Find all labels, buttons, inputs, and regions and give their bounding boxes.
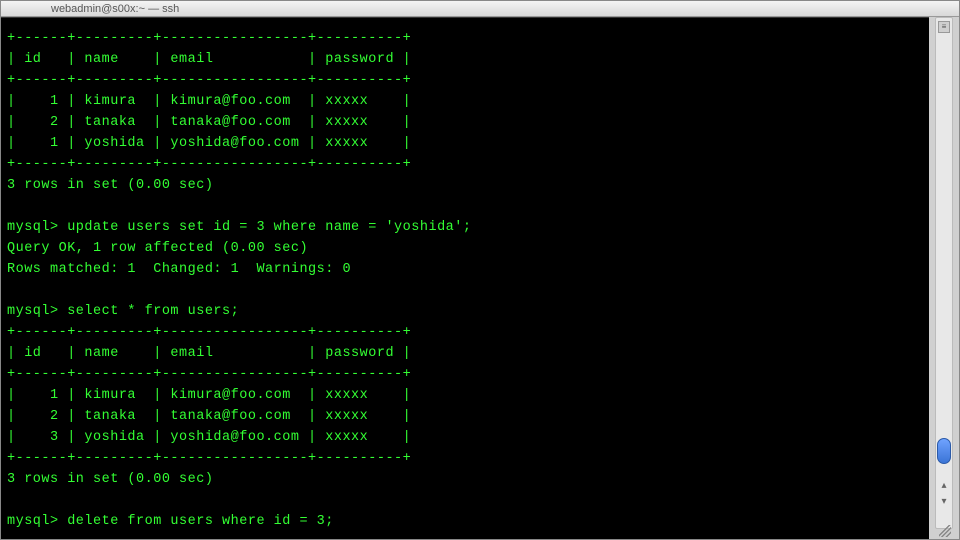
scrollbar-thumb[interactable] <box>937 438 951 464</box>
scroll-down-arrow-icon[interactable]: ▾ <box>936 494 952 510</box>
terminal-output[interactable]: +------+---------+-----------------+----… <box>1 18 929 538</box>
terminal-viewport[interactable]: +------+---------+-----------------+----… <box>1 17 929 539</box>
vertical-scrollbar[interactable]: ≡ ▴ ▾ <box>935 17 953 529</box>
resize-grip-icon[interactable] <box>939 525 951 537</box>
scroll-up-arrow-icon[interactable]: ▴ <box>936 478 952 494</box>
terminal-window: webadmin@s00x:~ — ssh +------+---------+… <box>0 0 960 540</box>
window-titlebar[interactable]: webadmin@s00x:~ — ssh <box>1 1 959 17</box>
window-title: webadmin@s00x:~ — ssh <box>51 3 179 15</box>
scrollbar-menu-icon[interactable]: ≡ <box>938 21 950 33</box>
